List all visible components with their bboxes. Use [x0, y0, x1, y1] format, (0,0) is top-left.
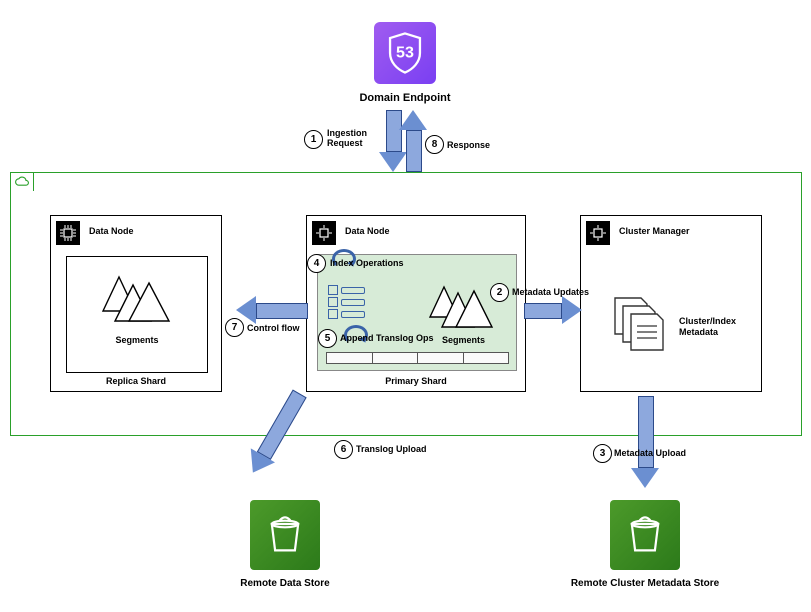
segments-icon: [428, 285, 496, 331]
step-4: 4: [307, 254, 326, 273]
step-1-label: Ingestion Request: [327, 128, 367, 148]
replica-data-node: Data Node Segments Replica Shard: [50, 215, 222, 392]
step-6-label: Translog Upload: [356, 444, 427, 454]
replica-shard-box: Segments: [66, 256, 208, 373]
chip-icon: [586, 221, 610, 245]
remote-meta-store-icon: [610, 500, 680, 570]
metadata-upload-arrow: [638, 396, 659, 488]
step-2: 2: [490, 283, 509, 302]
replica-shard-label: Replica Shard: [51, 376, 221, 386]
cluster-manager-node: Cluster Manager Cluster/Index Metadata: [580, 215, 762, 392]
chip-icon: [56, 221, 80, 245]
primary-shard-box: Segments: [317, 254, 517, 371]
replica-node-title: Data Node: [89, 226, 134, 236]
cluster-metadata-label: Cluster/Index Metadata: [679, 316, 736, 338]
remote-data-store-label: Remote Data Store: [210, 578, 360, 589]
chip-icon: [312, 221, 336, 245]
primary-data-node: Data Node Segments Primar: [306, 215, 526, 392]
primary-node-title: Data Node: [345, 226, 390, 236]
step-5-label: Append Translog Ops: [340, 333, 434, 343]
step-3: 3: [593, 444, 612, 463]
response-arrow: [406, 110, 427, 172]
metadata-updates-arrow: [524, 296, 582, 324]
step-6: 6: [334, 440, 353, 459]
step-5: 5: [318, 329, 337, 348]
step-1: 1: [304, 130, 323, 149]
remote-meta-store-label: Remote Cluster Metadata Store: [550, 578, 740, 589]
cluster-manager-title: Cluster Manager: [619, 226, 690, 236]
primary-segments-label: Segments: [442, 335, 485, 345]
step-3-label: Metadata Upload: [614, 448, 686, 458]
control-flow-arrow: [236, 296, 308, 324]
route53-icon: 53: [374, 22, 436, 84]
primary-shard-label: Primary Shard: [307, 376, 525, 386]
domain-endpoint-label: Domain Endpoint: [340, 92, 470, 104]
step-7-label: Control flow: [247, 323, 300, 333]
step-8: 8: [425, 135, 444, 154]
step-8-label: Response: [447, 140, 490, 150]
segments-icon: [101, 275, 173, 325]
documents-icon: [613, 296, 673, 352]
replica-segments-label: Segments: [67, 335, 207, 345]
svg-text:53: 53: [396, 44, 414, 62]
cloud-icon: [10, 172, 34, 191]
remote-data-store-icon: [250, 500, 320, 570]
step-4-label: Index Operations: [330, 258, 404, 268]
step-7: 7: [225, 318, 244, 337]
step-2-label: Metadata Updates: [512, 287, 589, 297]
